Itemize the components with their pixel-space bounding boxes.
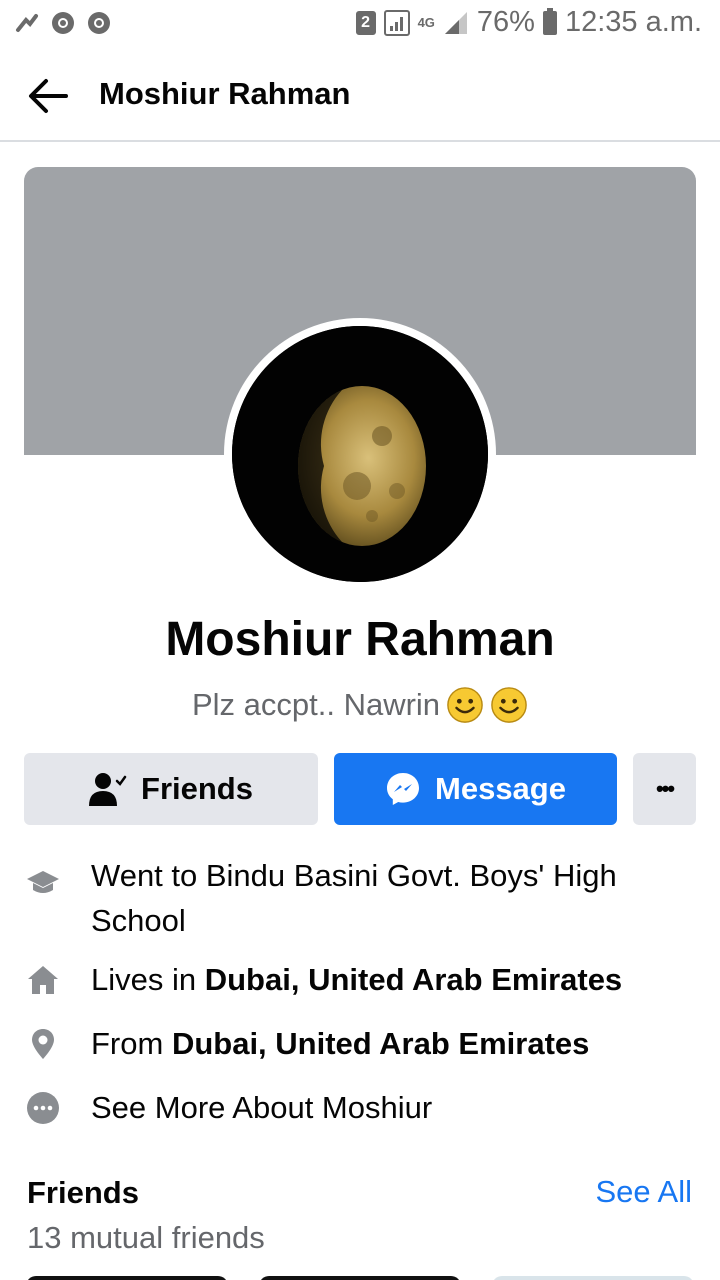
chrome-icon — [88, 12, 110, 34]
profile-bio: Plz accpt.. Nawrin — [0, 686, 720, 724]
friend-thumbnail[interactable] — [259, 1276, 461, 1280]
see-more-text: See More About Moshiur — [91, 1090, 433, 1125]
more-options-icon: ••• — [655, 776, 675, 801]
home-icon — [28, 966, 58, 994]
education-text: Went to Bindu Basini Govt. Boys' High Sc… — [91, 858, 617, 938]
lives-in-place: Dubai, United Arab Emirates — [204, 962, 623, 997]
profile-avatar[interactable] — [224, 318, 496, 590]
graduation-cap-icon — [27, 871, 59, 893]
notification-icons — [14, 10, 112, 36]
more-dots-icon — [27, 1092, 59, 1124]
from-text: From Dubai, United Arab Emirates — [91, 1021, 691, 1066]
friends-section-title: Friends — [27, 1175, 139, 1210]
moon-photo — [232, 326, 488, 582]
network-type: 4G — [417, 14, 435, 30]
clock: 12:35 a.m. — [564, 6, 702, 38]
friends-button[interactable]: Friends — [24, 753, 318, 825]
chrome-icon — [52, 12, 74, 34]
friend-thumbnail[interactable] — [492, 1276, 694, 1280]
profile-name: Moshiur Rahman — [165, 613, 555, 666]
lives-in-prefix: Lives in — [91, 962, 205, 997]
battery-percent: 76% — [476, 6, 535, 38]
sim-slot-badge: 2 — [355, 10, 376, 35]
phone-call-icon — [16, 14, 38, 32]
see-all-friends-link[interactable]: See All — [595, 1174, 692, 1210]
friend-check-icon — [89, 773, 127, 806]
friend-thumbnail[interactable] — [26, 1276, 228, 1280]
moon-image — [232, 326, 488, 582]
back-arrow-icon[interactable] — [26, 76, 70, 116]
status-bar: 2 4G 76% 12:35 a.m. — [0, 0, 720, 50]
from-place: Dubai, United Arab Emirates — [171, 1026, 590, 1061]
mutual-friends-count: 13 mutual friends — [27, 1220, 265, 1255]
signal-strength-icon — [444, 11, 467, 34]
messenger-icon — [387, 773, 420, 805]
app-header: Moshiur Rahman — [0, 50, 720, 142]
from-prefix: From — [91, 1026, 172, 1061]
message-button[interactable]: Message — [334, 753, 617, 825]
message-button-label: Message — [435, 771, 566, 806]
smiley-emoji-icon — [491, 687, 527, 723]
wifi-calling-icon — [383, 9, 410, 36]
more-options-button[interactable]: ••• — [633, 753, 696, 825]
system-indicators: 2 4G 76% 12:35 a.m. — [355, 6, 702, 39]
bio-text: Plz accpt.. Nawrin — [191, 687, 441, 722]
lives-in-text: Lives in Dubai, United Arab Emirates — [91, 957, 691, 1002]
header-title: Moshiur Rahman — [99, 76, 351, 111]
location-pin-icon — [32, 1029, 54, 1059]
friends-button-label: Friends — [141, 771, 253, 806]
battery-icon — [542, 7, 557, 35]
smiley-emoji-icon — [447, 687, 483, 723]
